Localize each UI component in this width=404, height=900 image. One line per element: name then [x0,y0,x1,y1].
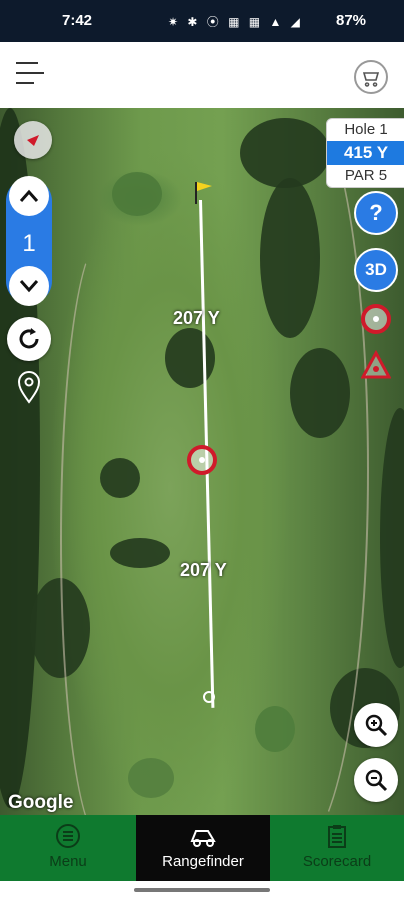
cart-path [60,238,144,815]
bottom-nav: Menu Rangefinder Scorecard [0,815,404,881]
target-marker[interactable] [187,445,217,475]
three-d-button[interactable]: 3D [354,248,398,292]
distance-label-lower: 207 Y [180,560,227,580]
status-bar: 7:42 ✷ ✱ ⦿ ▦ ▦ ▲ ◢ 87% [0,0,404,42]
hazard-icon[interactable] [360,349,392,380]
zoom-out-icon[interactable] [354,758,398,802]
google-attribution: Google [8,792,74,813]
golf-cart-icon[interactable] [354,60,388,94]
help-button[interactable]: ? [354,191,398,235]
nav-scorecard-label: Scorecard [302,853,372,870]
flag-icon[interactable] [194,180,214,206]
hole-yardage: 415 Y [327,141,404,165]
green [128,758,174,798]
hole-selector: 1 [6,176,52,306]
rangefinder-icon [190,830,216,847]
nav-rangefinder[interactable]: Rangefinder [136,815,270,881]
hole-up-button[interactable] [9,176,49,216]
compass-icon[interactable] [14,121,52,159]
nav-menu-label: Menu [49,853,87,870]
scorecard-icon [328,825,346,848]
nav-menu[interactable]: Menu [0,815,136,881]
nav-scorecard[interactable]: Scorecard [270,815,404,881]
hole-label: Hole 1 [344,121,388,138]
hole-par: PAR 5 [344,167,388,184]
app-header [0,42,404,109]
tree-cluster [380,408,404,668]
location-pin-icon[interactable] [16,370,42,404]
green [255,706,295,752]
refresh-icon[interactable] [7,317,51,361]
hole-number: 1 [22,230,36,257]
nav-rangefinder-label: Rangefinder [162,853,244,870]
green [112,172,162,216]
tree-cluster [165,328,215,388]
hamburger-icon[interactable] [16,62,46,90]
status-time: 7:42 [62,12,93,29]
distance-label-upper: 207 Y [173,308,220,328]
zoom-in-icon[interactable] [354,703,398,747]
hole-info-card: Hole 1 415 Y PAR 5 [326,118,404,188]
hole-down-button[interactable] [9,266,49,306]
menu-icon [56,824,80,848]
home-indicator[interactable] [0,881,404,900]
course-map[interactable]: 207 Y 207 Y Google [0,108,404,815]
status-icons: ✷ ✱ ⦿ ▦ ▦ ▲ ◢ [168,15,303,29]
tee-marker[interactable] [203,691,215,703]
cart-path [225,108,369,815]
add-target-icon[interactable] [361,304,391,334]
battery-level: 87% [336,12,367,29]
